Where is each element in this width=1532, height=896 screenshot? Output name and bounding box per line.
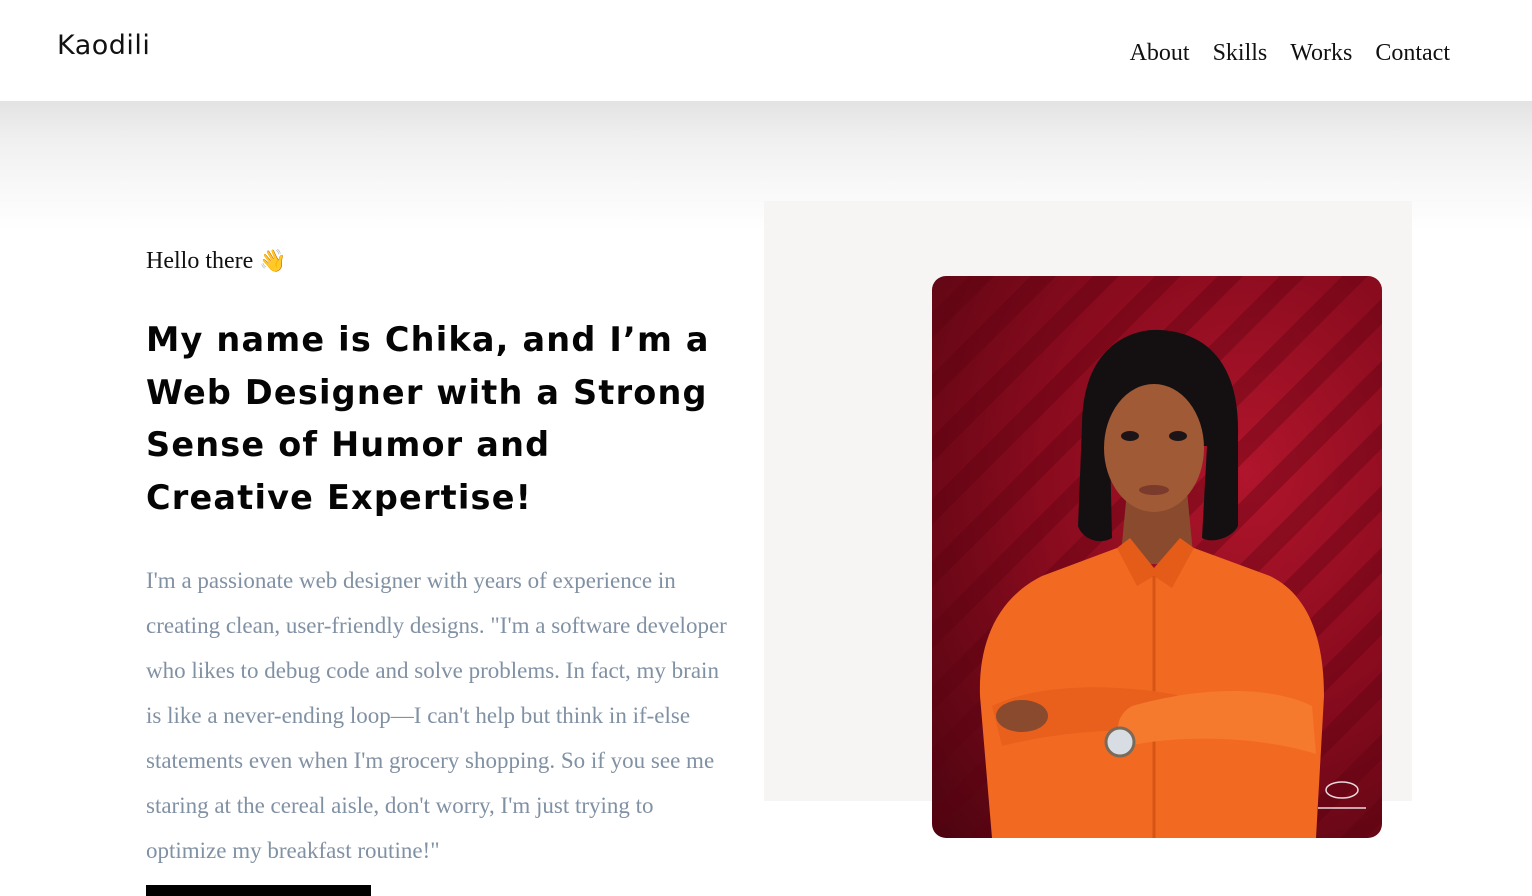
nav-link-works[interactable]: Works (1290, 38, 1352, 68)
site-header: Kaodili About Skills Works Contact (0, 0, 1532, 101)
nav-link-skills[interactable]: Skills (1213, 38, 1268, 68)
hero-headline: My name is Chika, and I’m a Web Designer… (146, 320, 710, 517)
hero-bio: I'm a passionate web designer with years… (146, 568, 727, 863)
greeting: Hello there 👋 (146, 244, 736, 278)
hero-intro: Hello there 👋 My name is Chika, and I’m … (146, 244, 736, 873)
hero-cta-button[interactable] (146, 885, 371, 896)
waving-hand-icon: 👋 (259, 248, 287, 273)
site-logo[interactable]: Kaodili (57, 30, 150, 61)
portfolio-page: Kaodili About Skills Works Contact Hello… (0, 0, 1532, 896)
profile-photo (932, 276, 1382, 838)
greeting-text: Hello there (146, 248, 254, 274)
main-nav: About Skills Works Contact (1130, 38, 1450, 68)
profile-photo-illustration (979, 329, 1366, 838)
nav-link-about[interactable]: About (1130, 38, 1190, 68)
nav-link-contact[interactable]: Contact (1375, 38, 1450, 68)
